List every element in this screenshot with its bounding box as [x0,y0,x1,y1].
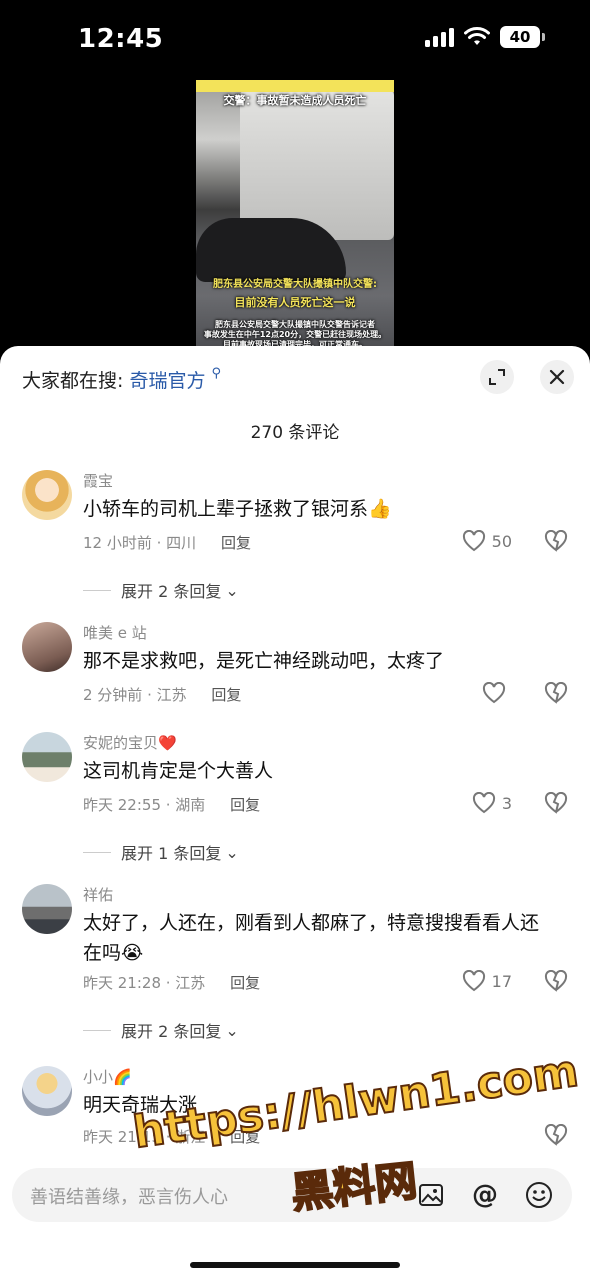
search-suggestion[interactable]: 大家都在搜: 奇瑞官方 ⚲ [22,366,221,393]
home-indicator [190,1262,400,1268]
avatar[interactable] [22,470,72,520]
heart-icon [462,530,485,552]
search-prefix: 大家都在搜: [22,370,124,392]
expand-fullscreen-button[interactable] [480,360,514,394]
wifi-icon [464,27,490,45]
comment-username[interactable]: 唯美 e 站 [83,622,147,643]
reply-button[interactable]: 回复 [221,534,251,552]
video-caption-mid1: 肥东县公安局交警大队撮镇中队交警: [213,279,377,290]
avatar[interactable] [22,732,72,782]
like-button[interactable] [482,682,512,704]
video-banner [196,80,394,92]
status-icons: 40 [425,26,545,48]
status-bar: 12:45 40 [0,0,590,80]
expand-replies-label: 展开 2 条回复 [121,1022,222,1041]
like-count: 50 [491,531,512,551]
reply-button[interactable]: 回复 [211,686,241,704]
chevron-down-icon: ⌄ [225,580,239,600]
broken-heart-icon[interactable] [544,682,568,704]
divider-line [83,589,111,591]
expand-replies-button[interactable]: 展开 2 条回复 ⌄ [83,1018,239,1042]
like-count: 17 [491,971,512,991]
comment-username[interactable]: 霞宝 [83,470,113,491]
close-icon [549,369,565,385]
comment-text[interactable]: 这司机肯定是个大善人 [83,756,543,786]
broken-heart-icon[interactable] [544,792,568,814]
video-car-shape [196,218,346,282]
video-caption-top: 交警：事故暂未造成人员死亡 [223,94,367,107]
search-query-link[interactable]: 奇瑞官方 [129,370,205,392]
comment-meta: 12 小时前 · 四川 回复 [83,532,251,553]
reply-button[interactable]: 回复 [230,974,260,992]
avatar[interactable] [22,884,72,934]
video-caption-mid2: 目前没有人员死亡这一说 [234,296,356,309]
divider-line [83,1029,111,1031]
comment-text[interactable]: 小轿车的司机上辈子拯救了银河系👍 [83,494,543,524]
broken-heart-icon[interactable] [544,970,568,992]
comment-meta: 2 分钟前 · 江苏 回复 [83,684,241,705]
avatar[interactable] [22,1066,72,1116]
chevron-down-icon: ⌄ [225,842,239,862]
comment-input-placeholder[interactable]: 善语结善缘，恶言伤人心 [30,1183,228,1209]
like-button[interactable]: 17 [462,970,512,992]
broken-heart-icon[interactable] [544,1124,568,1146]
expand-replies-button[interactable]: 展开 1 条回复 ⌄ [83,840,239,864]
like-button[interactable]: 50 [462,530,512,552]
mention-icon[interactable]: @ [470,1180,500,1210]
comment-meta: 昨天 21:28 · 江苏 回复 [83,972,260,993]
close-button[interactable] [540,360,574,394]
comment-time-location: 2 分钟前 · 江苏 [83,686,187,704]
comment-text[interactable]: 太好了，人还在，刚看到人都麻了，特意搜搜看看人还在吗😭 [83,908,543,968]
avatar[interactable] [22,622,72,672]
search-icon: ⚲ [211,366,222,381]
heart-icon [472,792,495,814]
like-button[interactable]: 3 [472,792,512,814]
video-caption-small2: 事故发生在中午12点20分，交警已赶往现场处理。 [203,330,387,339]
heart-icon [462,970,485,992]
emoji-icon[interactable] [524,1180,554,1210]
comment-time-location: 昨天 21:28 · 江苏 [83,974,206,992]
broken-heart-icon[interactable] [544,530,568,552]
comment-sheet: 大家都在搜: 奇瑞官方 ⚲ 270 条评论 霞宝 小轿车的司机上辈子拯救了银河系… [0,346,590,1280]
comment-time-location: 12 小时前 · 四川 [83,534,197,552]
like-count: 3 [501,793,512,813]
divider-line [83,851,111,853]
expand-replies-label: 展开 2 条回复 [121,582,222,601]
comment-text[interactable]: 那不是求救吧，是死亡神经跳动吧，太疼了 [83,646,543,676]
comment-username[interactable]: 小小🌈 [83,1066,132,1087]
status-time: 12:45 [78,24,164,54]
expand-replies-button[interactable]: 展开 2 条回复 ⌄ [83,578,239,602]
video-caption-small1: 肥东县公安局交警大队撮镇中队交警告诉记者 [215,320,375,329]
comment-time-location: 昨天 22:55 · 湖南 [83,796,206,814]
video-player[interactable]: 交警：事故暂未造成人员死亡 肥东县公安局交警大队撮镇中队交警: 目前没有人员死亡… [196,80,394,350]
comment-username[interactable]: 祥佑 [83,884,113,905]
comment-meta: 昨天 22:55 · 湖南 回复 [83,794,260,815]
heart-icon [482,682,506,704]
cellular-signal-icon [425,27,454,47]
expand-icon [489,369,505,385]
image-icon[interactable] [416,1180,446,1210]
comment-count: 270 条评论 [250,423,340,443]
battery-icon: 40 [500,26,545,48]
expand-replies-label: 展开 1 条回复 [121,844,222,863]
reply-button[interactable]: 回复 [230,796,260,814]
comment-username[interactable]: 安妮的宝贝❤️ [83,732,177,753]
chevron-down-icon: ⌄ [225,1020,239,1040]
